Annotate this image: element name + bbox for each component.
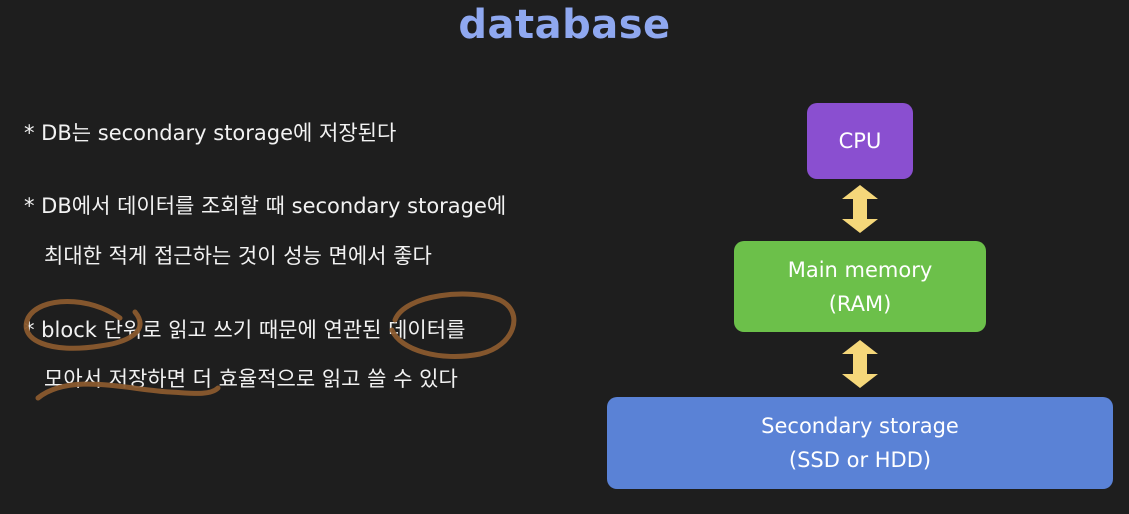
bullet-3-line-1: * block 단위로 읽고 쓰기 때문에 연관된 데이터를 — [24, 318, 466, 342]
secondary-storage-label: Secondary storage — [761, 414, 959, 438]
bullet-2-line-2: 최대한 적게 접근하는 것이 성능 면에서 좋다 — [44, 244, 432, 268]
bullet-3-line-2: 모아서 저장하면 더 효율적으로 읽고 쓸 수 있다 — [44, 367, 458, 391]
page-title: database — [458, 2, 671, 48]
main-memory-sublabel: (RAM) — [828, 291, 892, 316]
secondary-storage-sublabel: (SSD or HDD) — [788, 448, 932, 472]
bullet-2-line-1: * DB에서 데이터를 조회할 때 secondary storage에 — [24, 194, 507, 218]
double-arrow-icon — [842, 185, 878, 233]
double-arrow-icon — [842, 340, 878, 388]
bullet-1-line-1: * DB는 secondary storage에 저장된다 — [24, 121, 397, 145]
main-memory-label: Main memory — [787, 257, 933, 282]
cpu-box: CPU — [807, 103, 913, 179]
secondary-storage-box: Secondary storage (SSD or HDD) — [607, 397, 1113, 489]
main-memory-box: Main memory (RAM) — [734, 241, 986, 332]
cpu-label: CPU — [838, 129, 882, 153]
